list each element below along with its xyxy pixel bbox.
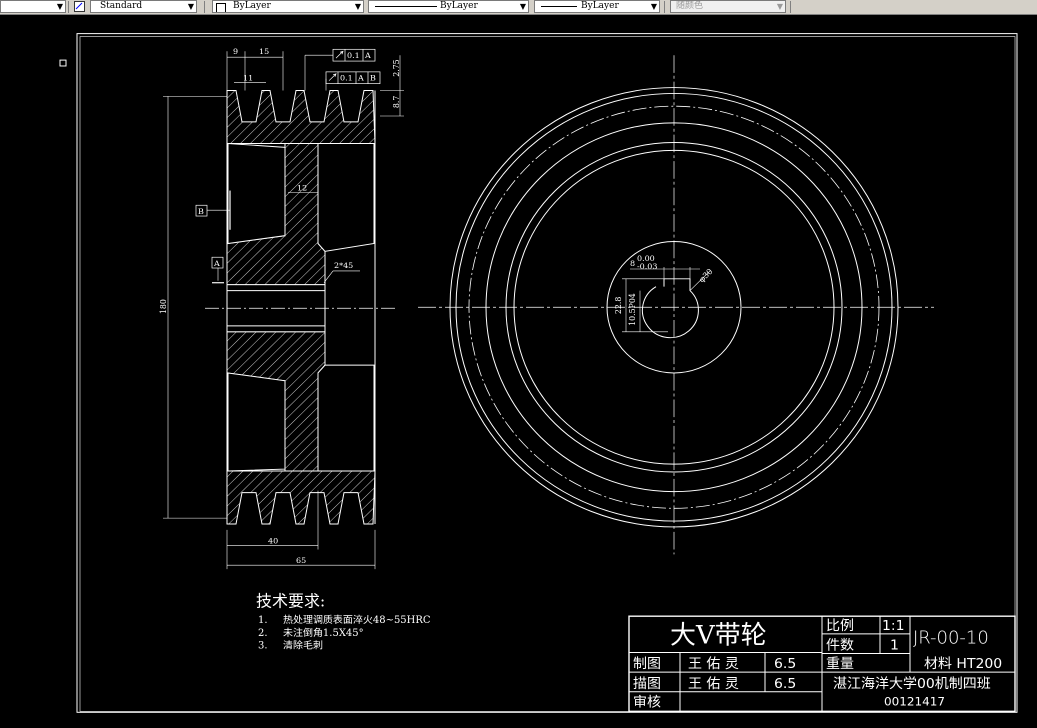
toolbar-separator <box>790 1 791 13</box>
tech-heading: 技术要求: <box>256 592 325 611</box>
dropdown-arrow-icon: ▼ <box>56 2 63 11</box>
datum-b-label: B <box>198 207 204 216</box>
traced-name: 王 佑 灵 <box>688 676 739 692</box>
right-lower-cavity <box>317 364 375 472</box>
tol-2-datum-a: A <box>357 74 364 83</box>
front-view <box>418 55 934 555</box>
rim-bottom-hatch <box>226 470 376 525</box>
lower-cavity <box>227 372 286 472</box>
tol-2-value: 0.1 <box>340 74 353 83</box>
dropdown-arrow-icon: ▼ <box>354 2 361 11</box>
linetype-value: ByLayer <box>440 1 478 11</box>
tech-item-num-3: 3. <box>258 641 268 652</box>
previous-dropdown[interactable]: ▼ <box>0 0 66 13</box>
review-label: 审核 <box>633 695 661 711</box>
tech-item-3: 清除毛刺 <box>283 639 323 652</box>
dropdown-arrow-icon: ▼ <box>650 2 657 11</box>
material: 材料 HT200 <box>924 656 1002 672</box>
ucs-icon <box>59 59 67 67</box>
dim-275: 2.75 <box>392 59 401 76</box>
rim-top-hatch <box>226 90 376 144</box>
lineweight-value: ByLayer <box>581 1 619 11</box>
dim-15: 15 <box>259 47 269 56</box>
title-block-text: 大V带轮 比例 1:1 JR-00-10 件数 1 重量 材料 HT200 制图… <box>633 618 1002 710</box>
dim-65: 65 <box>296 556 306 565</box>
tech-item-2: 未注倒角1.5X45° <box>283 626 364 639</box>
weight-label: 重量 <box>826 656 854 672</box>
keyway-depth-2: 10.5P04 <box>628 293 637 326</box>
keyway-tol-lower: -0.03 <box>637 262 657 271</box>
dropdown-arrow-icon: ▼ <box>776 2 783 11</box>
datum-a-label: A <box>213 259 220 268</box>
text-style-value: Standard <box>100 1 143 11</box>
dropdown-arrow-icon: ▼ <box>187 2 194 11</box>
section-view <box>163 48 404 570</box>
scale-value: 1:1 <box>882 618 905 634</box>
text-style-icon[interactable] <box>74 1 85 12</box>
color-swatch-icon <box>216 3 226 12</box>
front-view-text: 8 0.00 -0.03 φ30 22.8 10.5P04 <box>614 254 715 326</box>
student-id: 00121417 <box>884 695 945 709</box>
qty-value: 1 <box>890 638 899 654</box>
keyway-depth: 22.8 <box>614 297 623 314</box>
toolbar-separator <box>68 1 69 13</box>
chamfer-label: 2*45 <box>334 261 353 270</box>
upper-cavity <box>227 142 286 245</box>
plot-style-value: 随颜色 <box>676 1 704 11</box>
inner-frame <box>79 36 1016 712</box>
dim-12: 12 <box>297 184 307 193</box>
school-name: 湛江海洋大学00机制四班 <box>833 676 991 692</box>
right-upper-cavity <box>317 142 375 252</box>
tech-item-num-1: 1. <box>258 615 268 626</box>
outer-frame <box>76 33 1018 713</box>
dim-9: 9 <box>233 47 238 56</box>
tech-requirements: 技术要求: 1. 热处理调质表面淬火48~55HRC 2. 未注倒角1.5X45… <box>256 592 431 652</box>
scale-label: 比例 <box>826 618 854 634</box>
drawn-date: 6.5 <box>774 656 796 672</box>
traced-date: 6.5 <box>774 676 796 692</box>
dim-40: 40 <box>268 537 278 546</box>
dim-87: 8.7 <box>392 96 401 108</box>
toolbar-separator <box>204 1 205 13</box>
plot-style-select[interactable]: 随颜色 ▼ <box>670 0 786 13</box>
color-value: ByLayer <box>233 1 271 11</box>
tol-2-datum-b: B <box>370 74 376 83</box>
linetype-select[interactable]: ByLayer ▼ <box>368 0 529 13</box>
dim-180: 180 <box>159 299 168 314</box>
lineweight-select[interactable]: ByLayer ▼ <box>534 0 660 13</box>
dropdown-arrow-icon: ▼ <box>519 2 526 11</box>
traced-label: 描图 <box>633 676 661 692</box>
tech-item-1: 热处理调质表面淬火48~55HRC <box>283 613 431 626</box>
drawing-number: JR-00-10 <box>913 628 989 649</box>
tol-1-value: 0.1 <box>347 51 360 60</box>
linetype-preview-icon <box>375 6 437 7</box>
toolbar-separator <box>664 1 665 13</box>
drawn-label: 制图 <box>633 656 661 672</box>
properties-toolbar: ▼ Standard ▼ ByLayer ▼ ByLayer ▼ ByLayer ▼ 随… <box>0 0 1037 15</box>
tech-item-num-2: 2. <box>258 628 268 639</box>
part-name: 大V带轮 <box>670 621 767 651</box>
text-style-select[interactable]: Standard ▼ <box>90 0 197 13</box>
bore-diameter: φ30 <box>697 267 715 284</box>
lineweight-preview-icon <box>541 6 577 7</box>
drawing-canvas[interactable]: 9 15 11 0.1 A 0.1 A B 2.75 8.7 12 B A 2*… <box>0 14 1037 728</box>
keyway-width-prefix: 8 <box>630 259 635 268</box>
qty-label: 件数 <box>826 638 854 654</box>
dim-11: 11 <box>243 74 253 83</box>
drawn-name: 王 佑 灵 <box>688 656 739 672</box>
tol-1-datum: A <box>364 51 371 60</box>
color-select[interactable]: ByLayer ▼ <box>212 0 364 13</box>
